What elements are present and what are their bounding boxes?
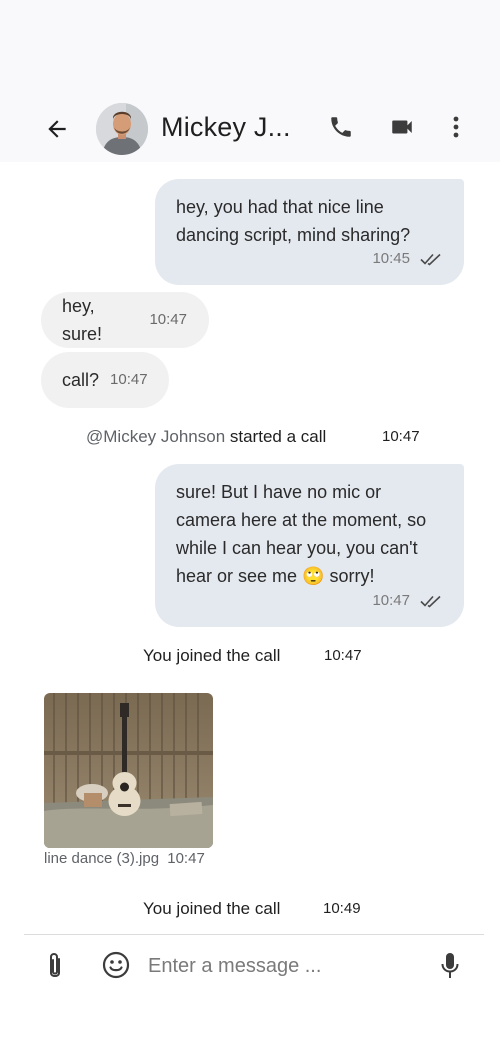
emoji-button[interactable] <box>100 949 132 981</box>
message-time: 10:45 <box>372 250 410 267</box>
image-attachment[interactable] <box>44 693 213 848</box>
message-incoming[interactable]: hey, sure! 10:47 <box>41 292 209 348</box>
avatar[interactable] <box>96 103 148 155</box>
double-check-icon <box>420 595 441 608</box>
microphone-icon <box>441 953 459 978</box>
message-text: hey, you had that nice line dancing scri… <box>176 197 411 245</box>
image-filename: line dance (3).jpg <box>44 850 160 867</box>
message-input[interactable] <box>148 948 418 984</box>
message-text: hey, sure! <box>62 296 103 344</box>
message-time: 10:47 <box>372 592 410 609</box>
double-check-icon <box>420 253 441 266</box>
guitar-photo <box>44 693 213 848</box>
video-camera-icon <box>392 120 412 134</box>
message-incoming[interactable]: call? 10:47 <box>41 352 169 408</box>
more-options-button[interactable] <box>444 112 468 142</box>
message-meta: 10:47 <box>176 591 442 611</box>
call-started-time: 10:47 <box>382 428 420 445</box>
message-time: 10:47 <box>149 311 187 328</box>
image-time: 10:47 <box>167 850 205 867</box>
image-caption: line dance (3).jpg 10:47 <box>44 850 205 867</box>
message-outgoing[interactable]: hey, you had that nice line dancing scri… <box>155 179 464 285</box>
message-text: call? <box>62 370 100 390</box>
back-button[interactable] <box>40 112 74 146</box>
smiley-icon <box>102 951 130 979</box>
voice-record-button[interactable] <box>436 948 464 984</box>
attach-button[interactable] <box>40 948 70 984</box>
message-meta: 10:45 <box>176 249 442 269</box>
joined-call-notice: You joined the call <box>143 899 281 918</box>
contact-name[interactable]: Mickey J... <box>161 112 291 143</box>
call-initiator[interactable]: @Mickey Johnson <box>86 427 225 446</box>
contact-photo <box>96 103 148 155</box>
joined-call-time: 10:47 <box>324 647 362 664</box>
more-vertical-icon <box>453 116 459 138</box>
message-outgoing[interactable]: sure! But I have no mic or camera here a… <box>155 464 464 627</box>
joined-call-time: 10:49 <box>323 900 361 917</box>
paperclip-icon <box>50 953 60 977</box>
joined-call-notice: You joined the call <box>143 646 281 665</box>
phone-icon <box>331 117 351 137</box>
video-call-button[interactable] <box>386 112 418 142</box>
call-action: started a call <box>225 427 327 446</box>
voice-call-button[interactable] <box>326 112 356 142</box>
emoji-rolling-eyes: 🙄 <box>302 566 325 587</box>
status-bar-area <box>0 0 500 96</box>
message-text: sure! But I have no mic or camera here a… <box>176 482 427 587</box>
arrow-left-icon <box>48 120 66 138</box>
call-started-notice: @Mickey Johnson started a call <box>86 427 326 447</box>
chat-header: Mickey J... <box>0 96 500 162</box>
composer-divider <box>24 934 484 935</box>
message-time: 10:47 <box>110 371 148 388</box>
